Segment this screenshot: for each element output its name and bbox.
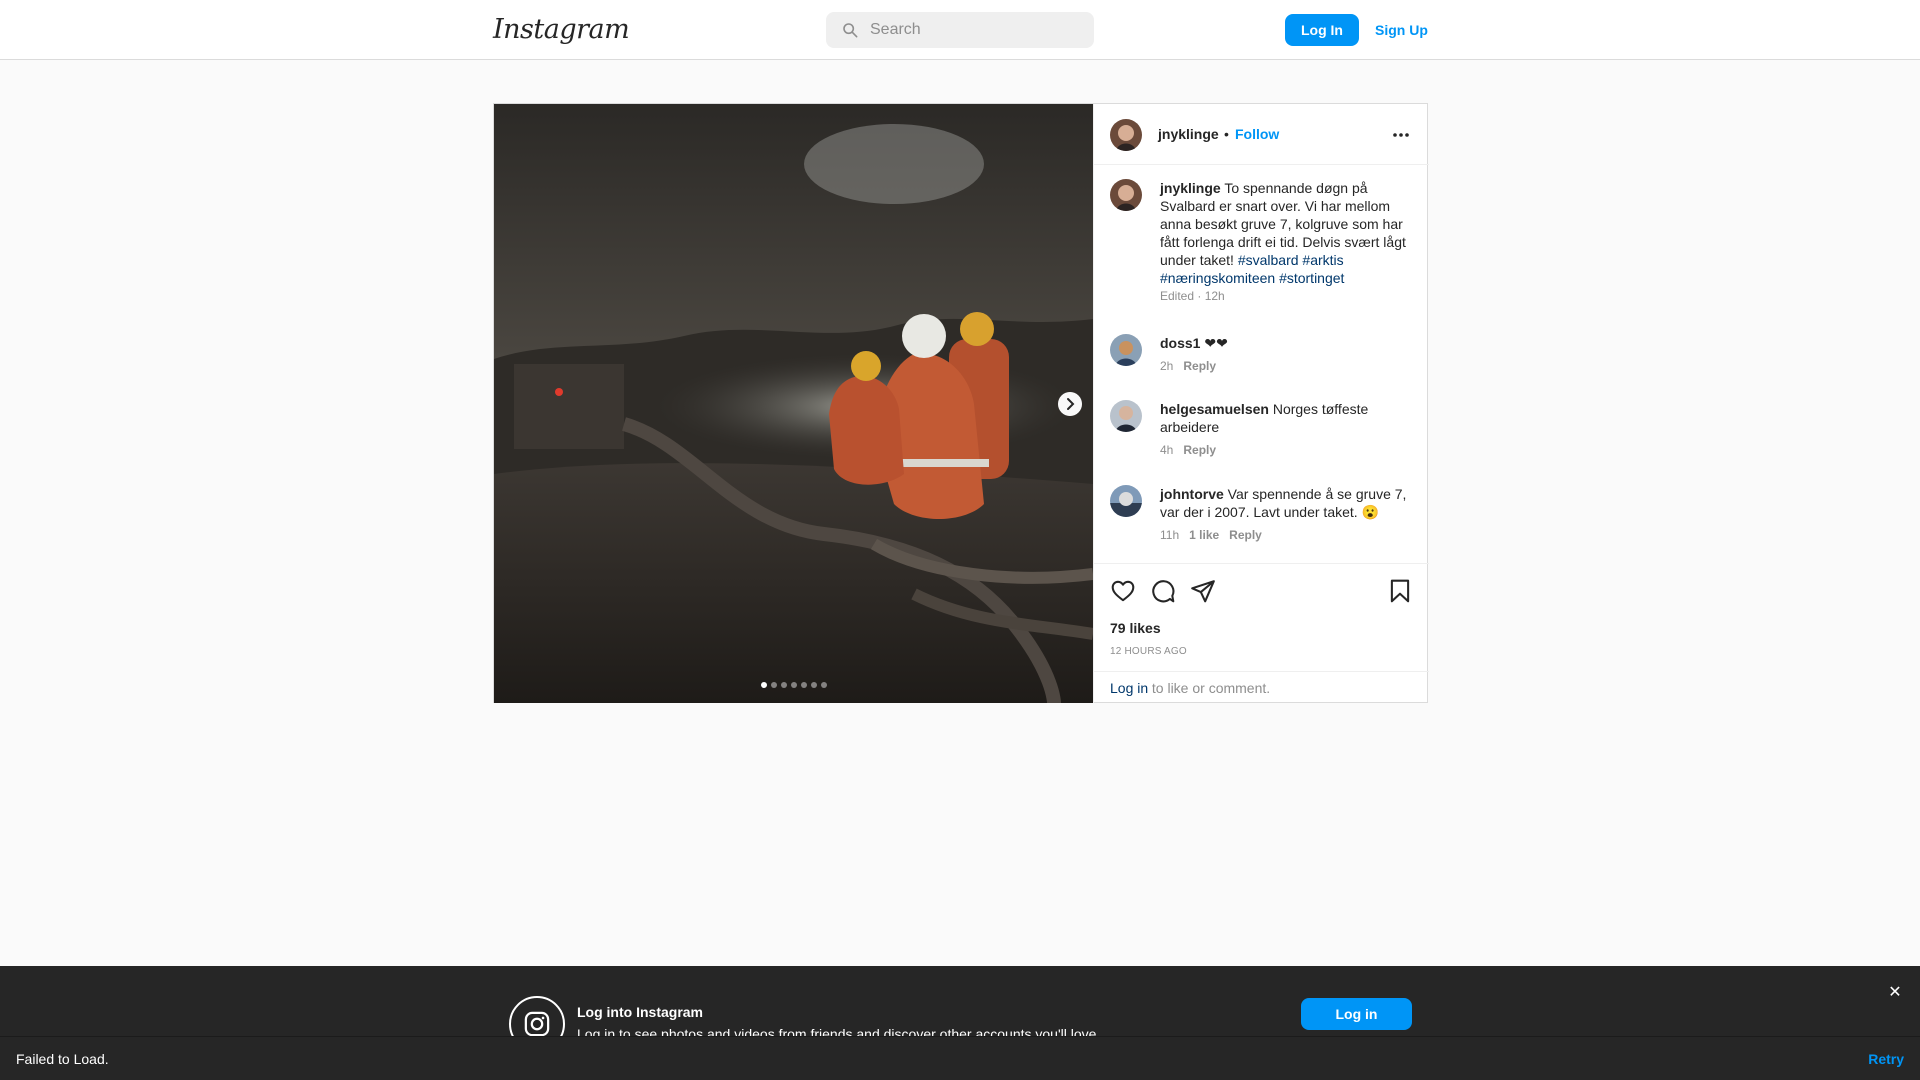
comment-body: ❤❤ (1204, 335, 1228, 351)
carousel-dot (811, 682, 817, 688)
login-prompt: Log in to like or comment. (1094, 671, 1429, 703)
hashtag-arktis[interactable]: #arktis (1302, 252, 1343, 268)
heart-icon[interactable] (1110, 578, 1136, 604)
search-box[interactable] (826, 12, 1094, 48)
post-time[interactable]: 12 HOURS AGO (1110, 646, 1187, 657)
instagram-logo[interactable]: Instagram (493, 14, 630, 45)
caption-avatar[interactable] (1110, 179, 1142, 211)
post-card: jnyklinge • Follow jnyklinge To spennand… (493, 103, 1429, 703)
comment-meta: 4h Reply (1160, 443, 1216, 457)
comment-item: helgesamuelsen Norges tøffeste arbeidere… (1094, 400, 1429, 470)
carousel-dot (791, 682, 797, 688)
reply-button[interactable]: Reply (1229, 528, 1262, 542)
comments-list: jnyklinge To spennande døgn på Svalbard … (1094, 165, 1429, 563)
search-icon (843, 23, 858, 38)
commenter-avatar[interactable] (1110, 485, 1142, 517)
caption-username[interactable]: jnyklinge (1160, 180, 1221, 196)
reply-button[interactable]: Reply (1183, 359, 1216, 373)
carousel-indicator (761, 682, 831, 690)
comment-meta: 2h Reply (1160, 359, 1216, 373)
comment-time[interactable]: 2h (1160, 359, 1173, 373)
comment-username[interactable]: helgesamuelsen (1160, 401, 1269, 417)
banner-login-button[interactable]: Log in (1301, 998, 1412, 1030)
more-horizontal-icon[interactable] (1391, 130, 1411, 140)
comment-time[interactable]: 4h (1160, 443, 1173, 457)
carousel-dot (821, 682, 827, 688)
top-nav: Instagram Log In Sign Up (0, 0, 1920, 60)
caption-meta: Edited · 12h (1160, 289, 1225, 303)
caption: jnyklinge To spennande døgn på Svalbard … (1094, 179, 1429, 319)
comment-item: johntorve Var spennende å se gruve 7, va… (1094, 485, 1429, 555)
post-media[interactable] (494, 104, 1093, 703)
comment-item: doss1 ❤❤ 2h Reply (1094, 334, 1429, 384)
retry-button[interactable]: Retry (1868, 1051, 1904, 1067)
hashtag-stortinget[interactable]: #stortinget (1279, 270, 1344, 286)
toast-message: Failed to Load. (16, 1051, 109, 1067)
login-prompt-text: to like or comment. (1148, 680, 1271, 696)
error-toast: Failed to Load. Retry (0, 1036, 1920, 1080)
next-slide-icon[interactable] (1058, 392, 1082, 416)
author-avatar[interactable] (1110, 119, 1142, 151)
comment-username[interactable]: doss1 (1160, 335, 1200, 351)
banner-title: Log into Instagram (577, 1004, 703, 1020)
separator-dot: • (1224, 126, 1229, 142)
comment-time[interactable]: 11h (1160, 528, 1179, 542)
comment-text: johntorve Var spennende å se gruve 7, va… (1160, 485, 1410, 521)
search-input[interactable] (870, 12, 1080, 48)
signup-link[interactable]: Sign Up (1375, 22, 1428, 38)
comment-text: helgesamuelsen Norges tøffeste arbeidere (1160, 400, 1410, 436)
reply-button[interactable]: Reply (1183, 443, 1216, 457)
bookmark-icon[interactable] (1387, 578, 1413, 604)
likes-count[interactable]: 79 likes (1110, 620, 1161, 636)
comment-username[interactable]: johntorve (1160, 486, 1224, 502)
follow-button[interactable]: Follow (1235, 126, 1279, 142)
carousel-dot (781, 682, 787, 688)
comment-text: doss1 ❤❤ (1160, 334, 1410, 352)
hashtag-svalbard[interactable]: #svalbard (1238, 252, 1299, 268)
hashtag-naeringskomiteen[interactable]: #næringskomiteen (1160, 270, 1275, 286)
comment-icon[interactable] (1150, 578, 1176, 604)
post-sidebar: jnyklinge • Follow jnyklinge To spennand… (1093, 104, 1429, 703)
caption-text: jnyklinge To spennande døgn på Svalbard … (1160, 179, 1410, 287)
post-photo (494, 104, 1093, 703)
share-icon[interactable] (1190, 578, 1216, 604)
commenter-avatar[interactable] (1110, 334, 1142, 366)
login-link[interactable]: Log in (1110, 680, 1148, 696)
author-username[interactable]: jnyklinge (1158, 126, 1219, 142)
comment-likes[interactable]: 1 like (1189, 528, 1219, 542)
comment-meta: 11h 1 like Reply (1160, 528, 1262, 542)
login-button[interactable]: Log In (1285, 14, 1359, 46)
carousel-dot (761, 682, 767, 688)
post-actions: 79 likes 12 HOURS AGO (1094, 563, 1429, 675)
carousel-dot (801, 682, 807, 688)
login-banner: Log into Instagram Log in to see photos … (0, 966, 1920, 1052)
post-header: jnyklinge • Follow (1094, 104, 1429, 165)
commenter-avatar[interactable] (1110, 400, 1142, 432)
carousel-dot (771, 682, 777, 688)
close-icon[interactable]: ✕ (1888, 985, 1902, 1001)
